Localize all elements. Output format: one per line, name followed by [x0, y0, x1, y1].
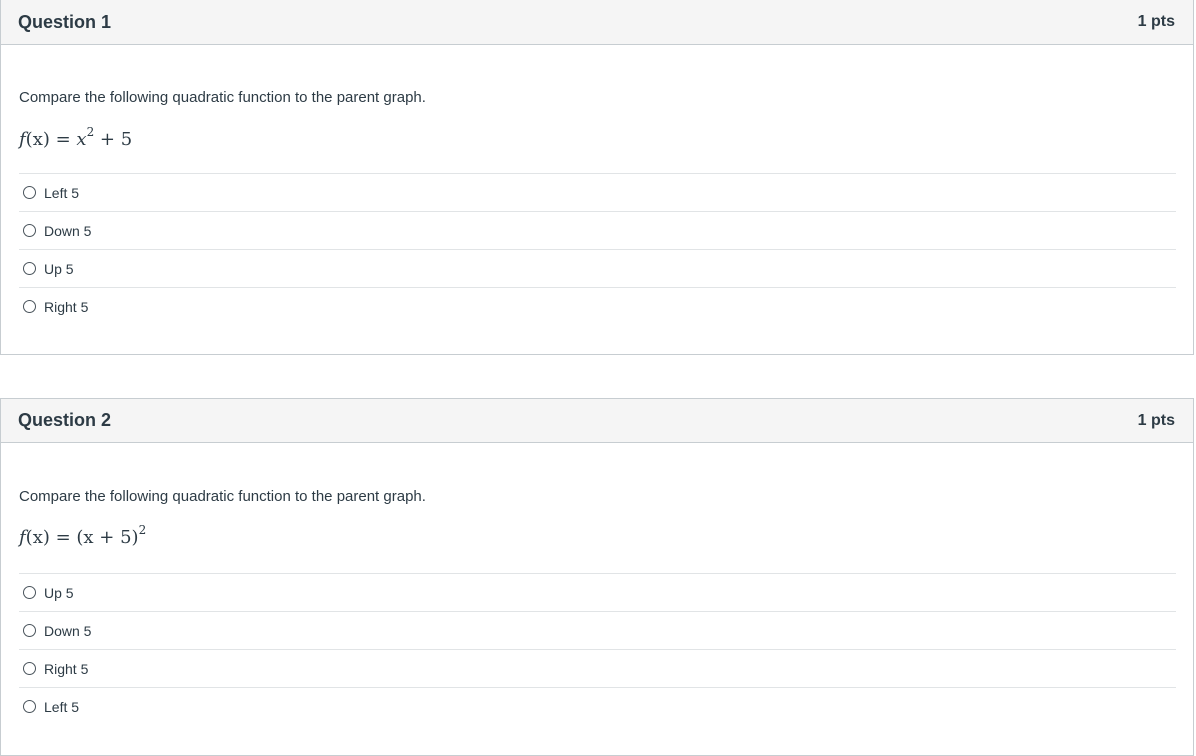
radio-button[interactable] — [23, 662, 36, 675]
radio-button[interactable] — [23, 700, 36, 713]
question-points: 1 pts — [1137, 13, 1175, 30]
question-prompt: Compare the following quadratic function… — [19, 488, 426, 505]
question-header: Question 2 1 pts — [1, 399, 1193, 443]
answer-label[interactable]: Up 5 — [44, 585, 74, 601]
question-points: 1 pts — [1137, 411, 1175, 429]
question-prompt: Compare the following quadratic function… — [19, 89, 426, 106]
answer-option[interactable]: Right 5 — [19, 288, 1176, 325]
question-body: Compare the following quadratic function… — [1, 89, 1193, 325]
question-card-1: Question 1 1 pts Compare the following q… — [0, 0, 1194, 355]
answer-label[interactable]: Left 5 — [44, 185, 79, 201]
answer-option[interactable]: Up 5 — [19, 574, 1176, 612]
answer-option[interactable]: Left 5 — [19, 174, 1176, 212]
question-formula: f(x) = (x + 5)2 — [19, 523, 147, 548]
question-body: Compare the following quadratic function… — [1, 488, 1193, 725]
radio-button[interactable] — [23, 586, 36, 599]
radio-button[interactable] — [23, 300, 36, 313]
question-header: Question 1 1 pts — [1, 0, 1193, 45]
answer-label[interactable]: Right 5 — [44, 299, 88, 315]
radio-button[interactable] — [23, 624, 36, 637]
question-title: Question 1 — [18, 11, 112, 32]
answer-list: Left 5 Down 5 Up 5 Right 5 — [19, 173, 1176, 325]
answer-option[interactable]: Up 5 — [19, 250, 1176, 288]
question-card-2: Question 2 1 pts Compare the following q… — [0, 398, 1194, 756]
answer-label[interactable]: Left 5 — [44, 699, 79, 715]
answer-option[interactable]: Right 5 — [19, 650, 1176, 688]
answer-label[interactable]: Down 5 — [44, 623, 91, 639]
radio-button[interactable] — [23, 262, 36, 275]
answer-label[interactable]: Right 5 — [44, 661, 88, 677]
answer-option[interactable]: Down 5 — [19, 212, 1176, 250]
question-title: Question 2 — [18, 410, 112, 430]
answer-option[interactable]: Down 5 — [19, 612, 1176, 650]
answer-label[interactable]: Down 5 — [44, 223, 91, 239]
answer-option[interactable]: Left 5 — [19, 688, 1176, 725]
radio-button[interactable] — [23, 186, 36, 199]
answer-list: Up 5 Down 5 Right 5 Left 5 — [19, 573, 1176, 725]
answer-label[interactable]: Up 5 — [44, 261, 74, 277]
question-formula: f(x) = x2 + 5 — [19, 125, 133, 150]
radio-button[interactable] — [23, 224, 36, 237]
